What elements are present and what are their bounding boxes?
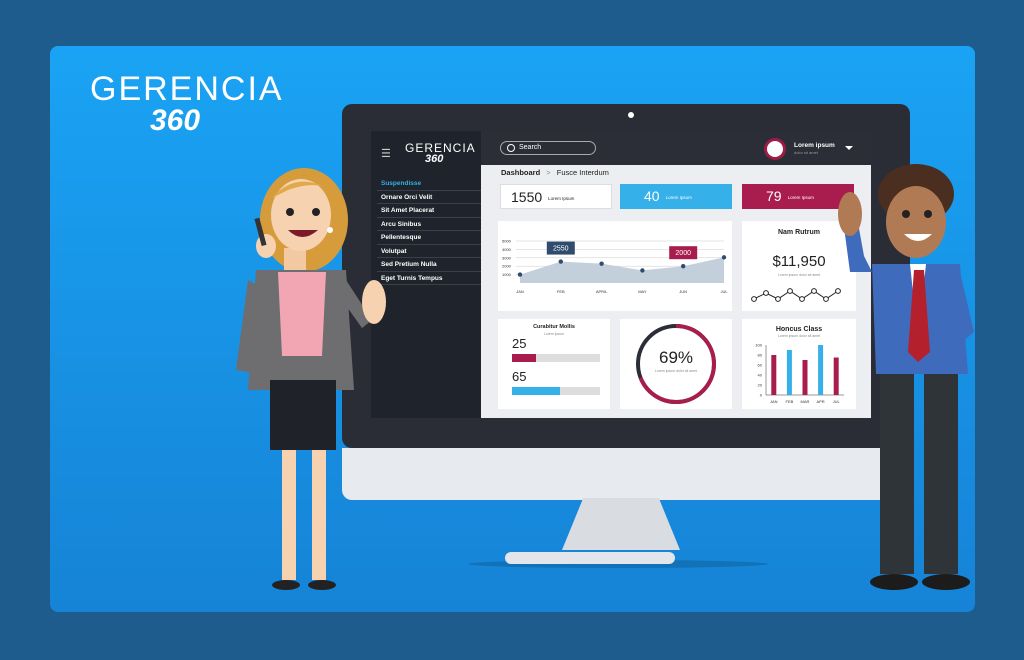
area-chart: 1000 2000 3000 4000 5000 JAN FEB APRIL MAY JUN JUL… xyxy=(502,239,728,295)
curabitur-title: Curabitur Mollis xyxy=(533,324,575,330)
brand-line1: GERENCIA xyxy=(90,70,284,108)
data-point xyxy=(558,259,563,264)
monitor-base xyxy=(505,552,675,564)
curabitur-value-1: 25 xyxy=(512,336,527,351)
man-face xyxy=(886,186,946,258)
user-name: Lorem ipsum xyxy=(794,142,835,149)
bar xyxy=(786,350,792,395)
woman-illustration xyxy=(236,168,386,590)
bar-chart-sub: Lorem ipsum dolor sit amet xyxy=(778,334,820,338)
avatar[interactable] xyxy=(764,138,786,160)
chevron-down-icon[interactable] xyxy=(845,146,853,150)
bar xyxy=(802,360,808,395)
area-fill xyxy=(520,257,724,283)
breadcrumb: Dashboard > Fusce Interdum xyxy=(501,168,609,177)
top-bar: Search Lorem ipsum dolor sit amet xyxy=(481,131,871,165)
monitor-chin xyxy=(342,448,910,500)
data-point xyxy=(721,255,727,260)
stat-value-2: 40 xyxy=(644,188,660,204)
x-tick-label: JAN xyxy=(516,289,524,294)
webcam-dot xyxy=(628,112,634,118)
man-illustration xyxy=(838,164,974,590)
dashboard-screen: ☰ GERENCIA 360 Suspendisse Ornare Orci V… xyxy=(371,131,871,418)
y-tick-label: 40 xyxy=(758,373,763,378)
x-tick-label: MAR xyxy=(801,399,810,404)
gauge-panel: 69% Lorem ipsum dolor sit amet xyxy=(620,319,732,409)
y-tick-label: 0 xyxy=(760,393,763,398)
stat-card-2[interactable]: 40 Lorem Ipsum xyxy=(620,184,732,209)
y-tick-label: 1000 xyxy=(502,272,512,277)
search-input[interactable]: Search xyxy=(500,141,596,155)
callout-a-value: 2550 xyxy=(553,246,569,253)
breadcrumb-root[interactable]: Dashboard xyxy=(501,168,540,177)
bar xyxy=(771,355,777,395)
hamburger-icon[interactable]: ☰ xyxy=(381,147,391,160)
stat-card-1[interactable]: 1550 Lorem Ipsum xyxy=(500,184,612,209)
bar xyxy=(818,345,824,395)
brand-line2: 360 xyxy=(150,104,201,137)
progress-bar-2 xyxy=(512,387,600,395)
app-logo-line2: 360 xyxy=(425,153,444,165)
breadcrumb-separator-icon: > xyxy=(546,168,551,177)
x-tick-label: JUL xyxy=(720,289,728,294)
callout-b-value: 2000 xyxy=(675,250,691,257)
search-icon xyxy=(507,144,515,152)
curabitur-panel: Curabitur Mollis Lorem ipsum 25 65 xyxy=(498,319,610,409)
stat-label-2: Lorem Ipsum xyxy=(665,194,692,200)
main-chart-panel: 1000 2000 3000 4000 5000 JAN FEB APRIL MAY JUN JUL… xyxy=(498,221,732,311)
woman-face xyxy=(271,179,331,251)
data-point xyxy=(517,272,523,277)
y-tick-label: 3000 xyxy=(502,255,512,260)
progress-bar-1 xyxy=(512,354,600,362)
bar-chart-title: Honcus Class xyxy=(776,326,822,333)
y-tick-label: 100 xyxy=(755,343,762,348)
y-tick-label: 2000 xyxy=(502,264,512,269)
x-tick-label: FEB xyxy=(786,399,794,404)
progress-fill-1 xyxy=(512,354,536,362)
stat-value-1: 1550 xyxy=(511,189,543,205)
y-tick-label: 60 xyxy=(758,363,763,368)
y-tick-label: 4000 xyxy=(502,247,512,252)
gauge-value: 69% xyxy=(658,348,694,367)
x-tick-label: JAN xyxy=(770,399,778,404)
search-label: Search xyxy=(519,144,542,151)
stat-value-3: 79 xyxy=(766,188,782,204)
data-point xyxy=(640,268,645,273)
y-tick-label: 80 xyxy=(758,353,763,358)
x-tick-label: APR xyxy=(816,399,824,404)
y-tick-label: 5000 xyxy=(502,239,512,244)
user-subtitle: dolor sit amet xyxy=(794,150,819,155)
woman-skirt xyxy=(270,380,336,450)
data-point xyxy=(681,264,686,269)
gauge-sub: Lorem ipsum dolor sit amet xyxy=(654,369,698,373)
breadcrumb-current: Fusce Interdum xyxy=(556,168,609,177)
data-point xyxy=(599,261,604,266)
stat-label-3: Lorem Ipsum xyxy=(787,194,814,200)
x-tick-label: JUN xyxy=(679,289,687,294)
x-tick-label: FEB xyxy=(557,289,565,294)
stat-label-1: Lorem Ipsum xyxy=(548,195,575,201)
curabitur-value-2: 65 xyxy=(512,369,527,384)
progress-fill-2 xyxy=(512,387,561,395)
brand-logo: GERENCIA 360 xyxy=(90,72,284,136)
y-tick-label: 20 xyxy=(758,383,763,388)
x-tick-label: APRIL xyxy=(596,289,608,294)
x-tick-label: MAY xyxy=(638,289,647,294)
